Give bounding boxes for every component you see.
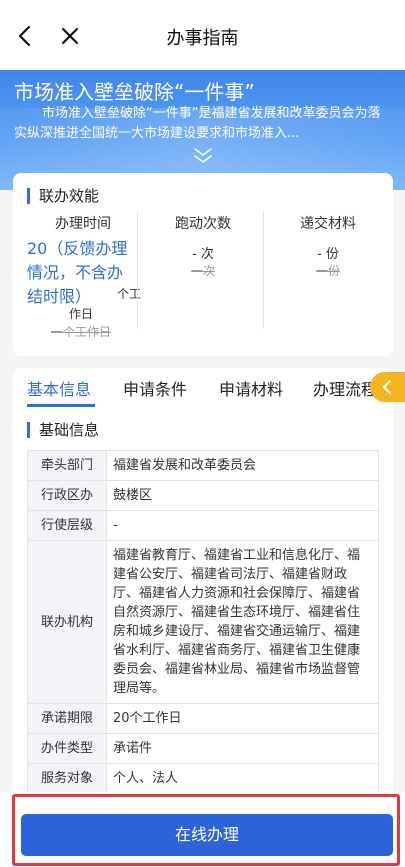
table-row: 行政区办 鼓楼区 <box>27 480 379 511</box>
row-key: 服务对象 <box>27 763 107 794</box>
row-value: 承诺件 <box>106 733 379 764</box>
table-row: 服务对象 个人、法人 <box>27 763 379 794</box>
time-label: 办理时间 <box>55 216 111 232</box>
row-value: 20个工作日 <box>106 703 379 734</box>
hero-title: 市场准入壁垒破除“一件事” <box>14 80 255 104</box>
efficiency-section-title: 联办效能 <box>27 188 99 204</box>
table-row: 行使层级 - <box>27 510 379 541</box>
page-title: 办事指南 <box>166 28 239 49</box>
online-apply-button[interactable]: 在线办理 <box>21 814 393 856</box>
efficiency-col-visits: 跑动次数 - 次 一次 <box>143 213 263 279</box>
time-unit-b: 作日 <box>69 307 94 321</box>
tab-bar: 基本信息 申请条件 申请材料 办理流程 <box>13 368 393 412</box>
info-card: 基本信息 申请条件 申请材料 办理流程 基础信息 牵头部门 福建省发展和改革委员… <box>13 368 393 848</box>
row-key: 行政区办 <box>27 480 107 511</box>
row-key: 行使层级 <box>27 510 107 541</box>
row-value: 福建省教育厅、福建省工业和信息化厅、福建省公安厅、福建省司法厅、福建省财政厅、福… <box>106 540 379 704</box>
top-bar: 办事指南 <box>0 0 405 70</box>
column-divider <box>263 211 264 329</box>
row-key: 办件类型 <box>27 733 107 764</box>
tab-process[interactable]: 办理流程 <box>313 376 377 400</box>
expand-chevron-icon[interactable] <box>192 146 214 164</box>
materials-label: 递交材料 <box>300 216 356 232</box>
efficiency-card: 联办效能 办理时间 20（反馈办理情况，不含办结时限） 个工 作日 一个工作日 … <box>13 173 393 356</box>
visits-label: 跑动次数 <box>175 216 231 232</box>
basic-info-table: 牵头部门 福建省发展和改革委员会 行政区办 鼓楼区 行使层级 - 联办机构 福建… <box>27 450 379 794</box>
column-divider <box>137 211 138 329</box>
table-row: 联办机构 福建省教育厅、福建省工业和信息化厅、福建省公安厅、福建省司法厅、福建省… <box>27 540 379 704</box>
row-key: 牵头部门 <box>27 450 107 481</box>
materials-value: - <box>317 247 322 262</box>
efficiency-col-materials: 递交材料 - 份 一份 <box>268 213 388 279</box>
hero-banner: 市场准入壁垒破除“一件事” 市场准入壁垒破除“一件事”是福建省发展和改革委员会为… <box>0 70 405 190</box>
tab-conditions[interactable]: 申请条件 <box>123 376 187 400</box>
table-row: 承诺期限 20个工作日 <box>27 703 379 734</box>
row-value: 福建省发展和改革委员会 <box>106 450 379 481</box>
efficiency-col-time: 办理时间 <box>23 213 143 233</box>
basic-section-title: 基础信息 <box>27 422 99 438</box>
visits-unit: 次 <box>200 247 214 262</box>
row-value: - <box>106 510 379 541</box>
time-old-value: 一个工作日 <box>51 325 112 339</box>
visits-value: - <box>192 247 197 262</box>
active-tab-indicator <box>27 404 95 407</box>
chevron-left-icon <box>383 380 391 394</box>
row-key: 联办机构 <box>27 540 107 704</box>
table-row: 牵头部门 福建省发展和改革委员会 <box>27 450 379 481</box>
row-key: 承诺期限 <box>27 703 107 734</box>
table-row: 办件类型 承诺件 <box>27 733 379 764</box>
materials-old-value: 一份 <box>315 264 340 278</box>
tab-basic-info[interactable]: 基本信息 <box>27 376 91 400</box>
tab-scroll-button[interactable] <box>370 372 405 402</box>
tab-materials[interactable]: 申请材料 <box>219 376 283 400</box>
row-value: 个人、法人 <box>106 763 379 794</box>
row-value: 鼓楼区 <box>106 480 379 511</box>
visits-old-value: 一次 <box>190 264 215 278</box>
materials-unit: 份 <box>325 247 339 262</box>
hero-description: 市场准入壁垒破除“一件事”是福建省发展和改革委员会为落实纵深推进全国统一大市场建… <box>14 106 381 141</box>
